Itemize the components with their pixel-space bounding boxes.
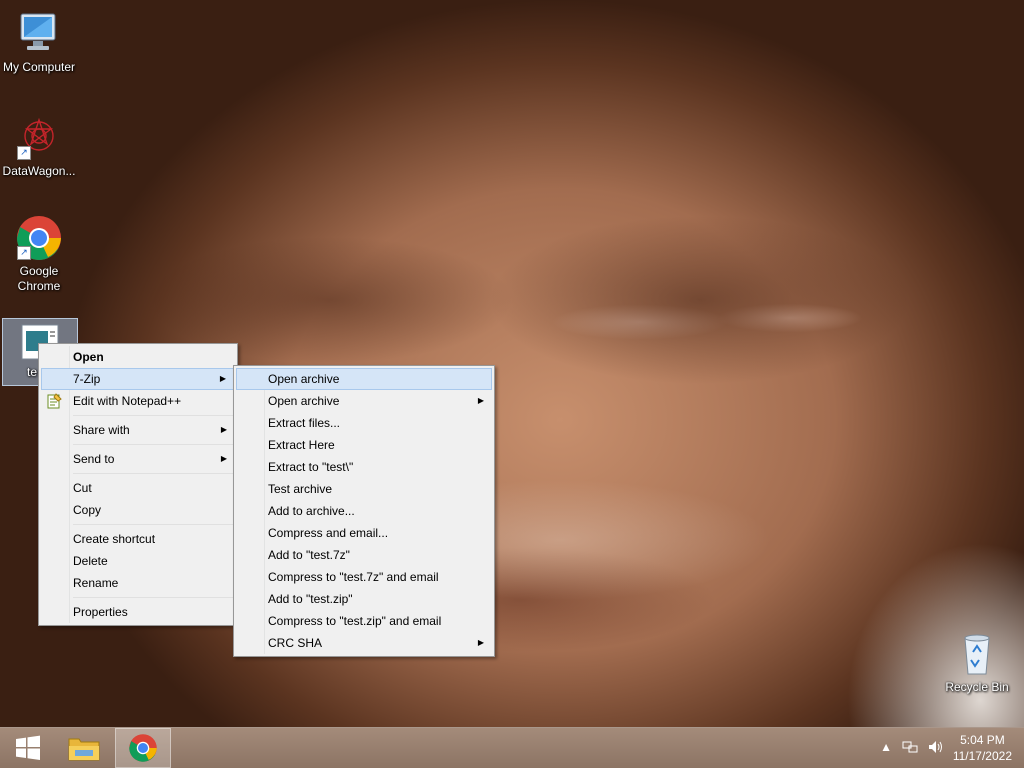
submenu-item-open-archive-more[interactable]: Open archive ▶	[236, 390, 492, 412]
taskbar-clock[interactable]: 5:04 PM 11/17/2022	[953, 732, 1012, 764]
submenu-item-extract-here[interactable]: Extract Here	[236, 434, 492, 456]
menu-item-label: Edit with Notepad++	[73, 394, 182, 408]
desktop-icon-label: DataWagon...	[2, 164, 76, 178]
menu-item-7zip[interactable]: 7-Zip ▶	[41, 368, 235, 390]
shortcut-arrow-icon: ↗	[17, 246, 31, 260]
show-hidden-icons-icon[interactable]: ▲	[880, 740, 892, 757]
submenu-item-add-to-test-zip[interactable]: Add to "test.zip"	[236, 588, 492, 610]
menu-item-label: Open archive	[268, 394, 340, 408]
menu-item-cut[interactable]: Cut	[41, 477, 235, 499]
taskbar-google-chrome[interactable]	[115, 728, 171, 768]
menu-separator	[73, 473, 233, 474]
chrome-icon	[129, 734, 157, 762]
taskbar: ▲ 5:04 PM 11/17/2022	[0, 727, 1024, 768]
submenu-item-add-to-archive[interactable]: Add to archive...	[236, 500, 492, 522]
submenu-item-extract-to-test[interactable]: Extract to "test\"	[236, 456, 492, 478]
submenu-item-extract-files[interactable]: Extract files...	[236, 412, 492, 434]
desktop-icon-label: My Computer	[2, 60, 76, 74]
datawagon-icon: ↗	[15, 114, 63, 162]
taskbar-file-explorer[interactable]	[56, 728, 112, 768]
desktop-icon-label: Recycle Bin	[945, 680, 1009, 694]
submenu-item-compress-and-email[interactable]: Compress and email...	[236, 522, 492, 544]
recycle-bin-icon	[953, 630, 1001, 678]
clock-date: 11/17/2022	[952, 749, 1012, 763]
chrome-icon: ↗	[15, 214, 63, 262]
desktop-icon-my-computer[interactable]: My Computer	[0, 10, 78, 75]
submenu-item-test-archive[interactable]: Test archive	[236, 478, 492, 500]
submenu-item-crc-sha[interactable]: CRC SHA ▶	[236, 632, 492, 654]
menu-item-rename[interactable]: Rename	[41, 572, 235, 594]
menu-item-properties[interactable]: Properties	[41, 601, 235, 623]
menu-item-label: CRC SHA	[268, 636, 323, 650]
network-icon[interactable]	[902, 740, 918, 757]
submenu-arrow-icon: ▶	[477, 396, 484, 405]
menu-item-label: Send to	[73, 452, 115, 466]
submenu-item-compress-zip-email[interactable]: Compress to "test.zip" and email	[236, 610, 492, 632]
menu-separator	[73, 415, 233, 416]
submenu-arrow-icon: ▶	[220, 454, 227, 463]
menu-item-share-with[interactable]: Share with ▶	[41, 419, 235, 441]
menu-separator	[73, 597, 233, 598]
desktop-icon-recycle-bin[interactable]: Recycle Bin	[938, 630, 1016, 695]
volume-icon[interactable]	[928, 740, 944, 757]
submenu-arrow-icon: ▶	[219, 374, 226, 383]
submenu-item-add-to-test-7z[interactable]: Add to "test.7z"	[236, 544, 492, 566]
menu-item-send-to[interactable]: Send to ▶	[41, 448, 235, 470]
menu-separator	[73, 524, 233, 525]
context-menu: Open 7-Zip ▶ Edit with Notepad++ Share w…	[38, 343, 238, 626]
menu-separator	[73, 444, 233, 445]
system-tray: ▲	[880, 740, 944, 757]
submenu-arrow-icon: ▶	[220, 425, 227, 434]
desktop-icon-google-chrome[interactable]: ↗ Google Chrome	[0, 214, 78, 294]
menu-item-label: Share with	[73, 423, 130, 437]
clock-time: 5:04 PM	[960, 733, 1005, 747]
menu-item-edit-notepad[interactable]: Edit with Notepad++	[41, 390, 235, 412]
submenu-arrow-icon: ▶	[477, 638, 484, 647]
notepad-plus-plus-icon	[46, 393, 62, 409]
menu-item-create-shortcut[interactable]: Create shortcut	[41, 528, 235, 550]
desktop-icon-label: Google Chrome	[17, 264, 61, 293]
menu-item-label: 7-Zip	[73, 372, 101, 386]
desktop-icon-datawagon[interactable]: ↗ DataWagon...	[0, 114, 78, 179]
submenu-item-open-archive[interactable]: Open archive	[236, 368, 492, 390]
submenu-item-compress-7z-email[interactable]: Compress to "test.7z" and email	[236, 566, 492, 588]
computer-icon	[15, 10, 63, 58]
windows-logo-icon	[16, 735, 40, 760]
menu-item-delete[interactable]: Delete	[41, 550, 235, 572]
start-button[interactable]	[0, 728, 56, 768]
submenu-7zip: Open archive Open archive ▶ Extract file…	[233, 365, 495, 657]
menu-item-open[interactable]: Open	[41, 346, 235, 368]
menu-item-copy[interactable]: Copy	[41, 499, 235, 521]
folder-icon	[68, 738, 100, 761]
shortcut-arrow-icon: ↗	[17, 146, 31, 160]
